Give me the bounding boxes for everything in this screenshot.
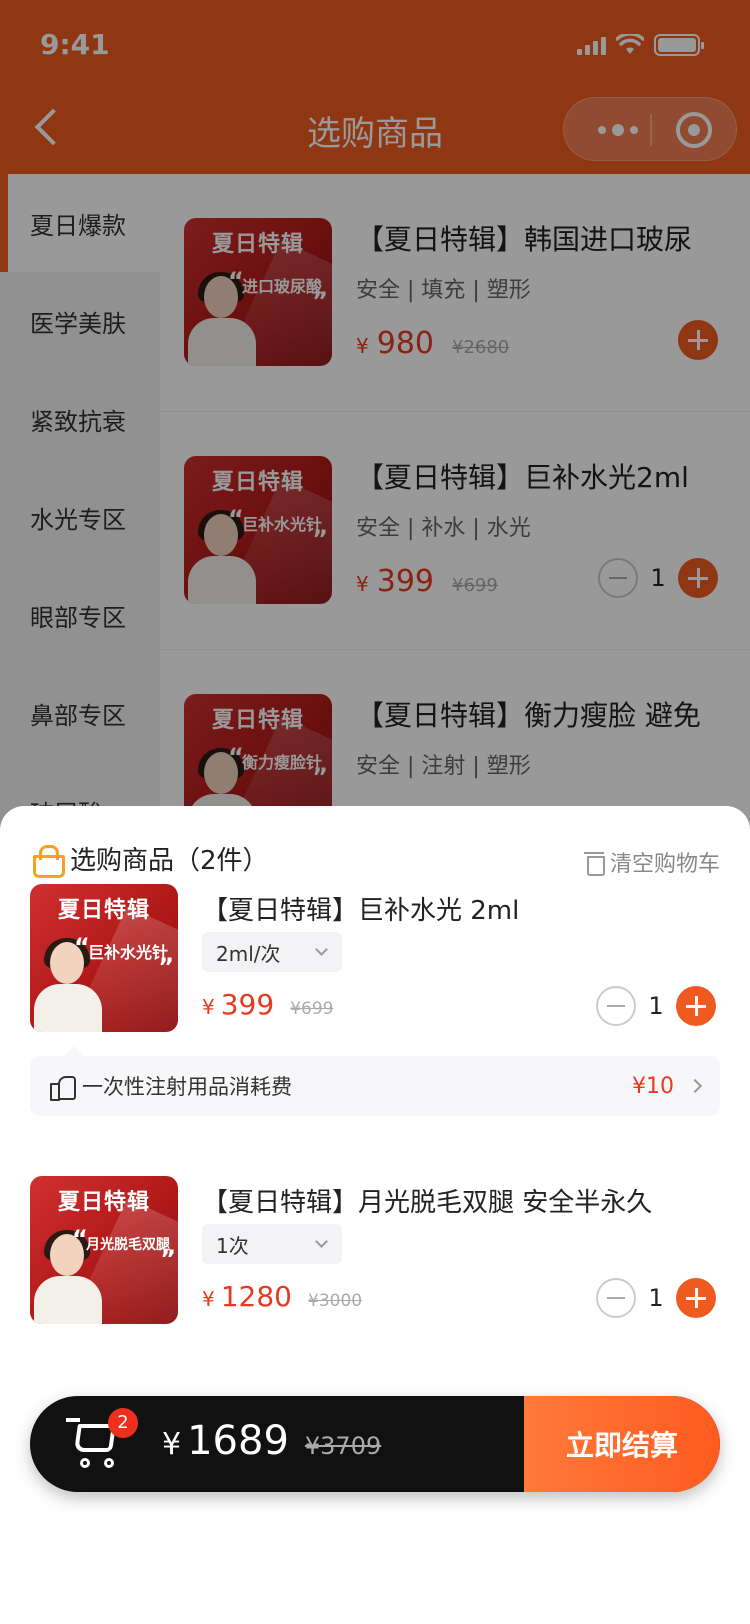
spec-value: 2ml/次 xyxy=(216,941,281,966)
total-value: 1689 xyxy=(187,1418,289,1464)
cart-item: 夏日特辑 巨补水光针 【夏日特辑】巨补水光 2ml 2ml/次 ¥ 399 ¥6… xyxy=(0,884,750,1044)
thumbnail-text: 月光脱毛双腿 xyxy=(72,1228,176,1270)
cart-title: 选购商品（2件） xyxy=(70,846,269,876)
cart-sheet: 选购商品（2件） 清空购物车 夏日特辑 巨补水光针 【夏日特辑】巨补水光 2ml… xyxy=(0,806,750,1624)
thumbnail-title: 夏日特辑 xyxy=(57,1190,150,1215)
cart-header: 选购商品（2件） xyxy=(30,840,269,878)
cart-item-thumbnail: 夏日特辑 月光脱毛双腿 xyxy=(30,1176,178,1324)
basket-icon xyxy=(30,843,65,878)
cart-total: ¥ 1689 ¥3709 xyxy=(162,1418,381,1464)
fee-price: ¥10 xyxy=(632,1073,674,1099)
consumable-fee-row[interactable]: 一次性注射用品消耗费 ¥10 xyxy=(30,1046,720,1116)
quantity-stepper: 1 xyxy=(596,1278,716,1318)
price-value: 1280 xyxy=(220,1280,292,1313)
checkout-bar: 2 ¥ 1689 ¥3709 立即结算 xyxy=(30,1396,720,1492)
cart-item-price: ¥ 1280 ¥3000 xyxy=(202,1280,362,1313)
cart-item-title: 【夏日特辑】月光脱毛双腿 安全半永久 xyxy=(202,1188,653,1218)
thumbnail-title: 夏日特辑 xyxy=(57,898,150,923)
quantity-value: 1 xyxy=(648,1284,664,1312)
cart-item-price: ¥ 399 ¥699 xyxy=(202,988,333,1021)
fee-label: 一次性注射用品消耗费 xyxy=(82,1075,292,1099)
thumbnail-text: 巨补水光针 xyxy=(74,936,174,978)
trash-icon xyxy=(583,850,605,876)
spec-selector[interactable]: 1次 xyxy=(202,1224,342,1264)
spec-value: 1次 xyxy=(216,1233,249,1258)
cart-item-thumbnail: 夏日特辑 巨补水光针 xyxy=(30,884,178,1032)
cart-count-badge: 2 xyxy=(108,1408,138,1438)
cart-item: 夏日特辑 月光脱毛双腿 【夏日特辑】月光脱毛双腿 安全半永久 1次 ¥ 1280… xyxy=(0,1176,750,1336)
original-price: ¥699 xyxy=(290,999,334,1019)
spec-selector[interactable]: 2ml/次 xyxy=(202,932,342,972)
original-price: ¥3000 xyxy=(308,1291,363,1311)
cart-item-title: 【夏日特辑】巨补水光 2ml xyxy=(202,896,520,926)
quantity-value: 1 xyxy=(648,992,664,1020)
checkout-button[interactable]: 立即结算 xyxy=(524,1396,720,1492)
plus-icon[interactable] xyxy=(676,986,716,1026)
chevron-down-icon xyxy=(315,943,328,956)
price-value: 399 xyxy=(220,988,275,1021)
minus-icon[interactable] xyxy=(596,986,636,1026)
currency-symbol: ¥ xyxy=(162,1427,182,1462)
chevron-down-icon xyxy=(315,1235,328,1248)
minus-icon[interactable] xyxy=(596,1278,636,1318)
chevron-right-icon xyxy=(687,1078,703,1094)
plus-icon[interactable] xyxy=(676,1278,716,1318)
clear-cart-label: 清空购物车 xyxy=(609,852,720,877)
original-total: ¥3709 xyxy=(304,1432,382,1460)
currency-symbol: ¥ xyxy=(202,1287,215,1311)
thumbs-up-icon xyxy=(50,1074,76,1101)
clear-cart-button[interactable]: 清空购物车 xyxy=(583,846,720,878)
quantity-stepper: 1 xyxy=(596,986,716,1026)
currency-symbol: ¥ xyxy=(202,995,215,1019)
